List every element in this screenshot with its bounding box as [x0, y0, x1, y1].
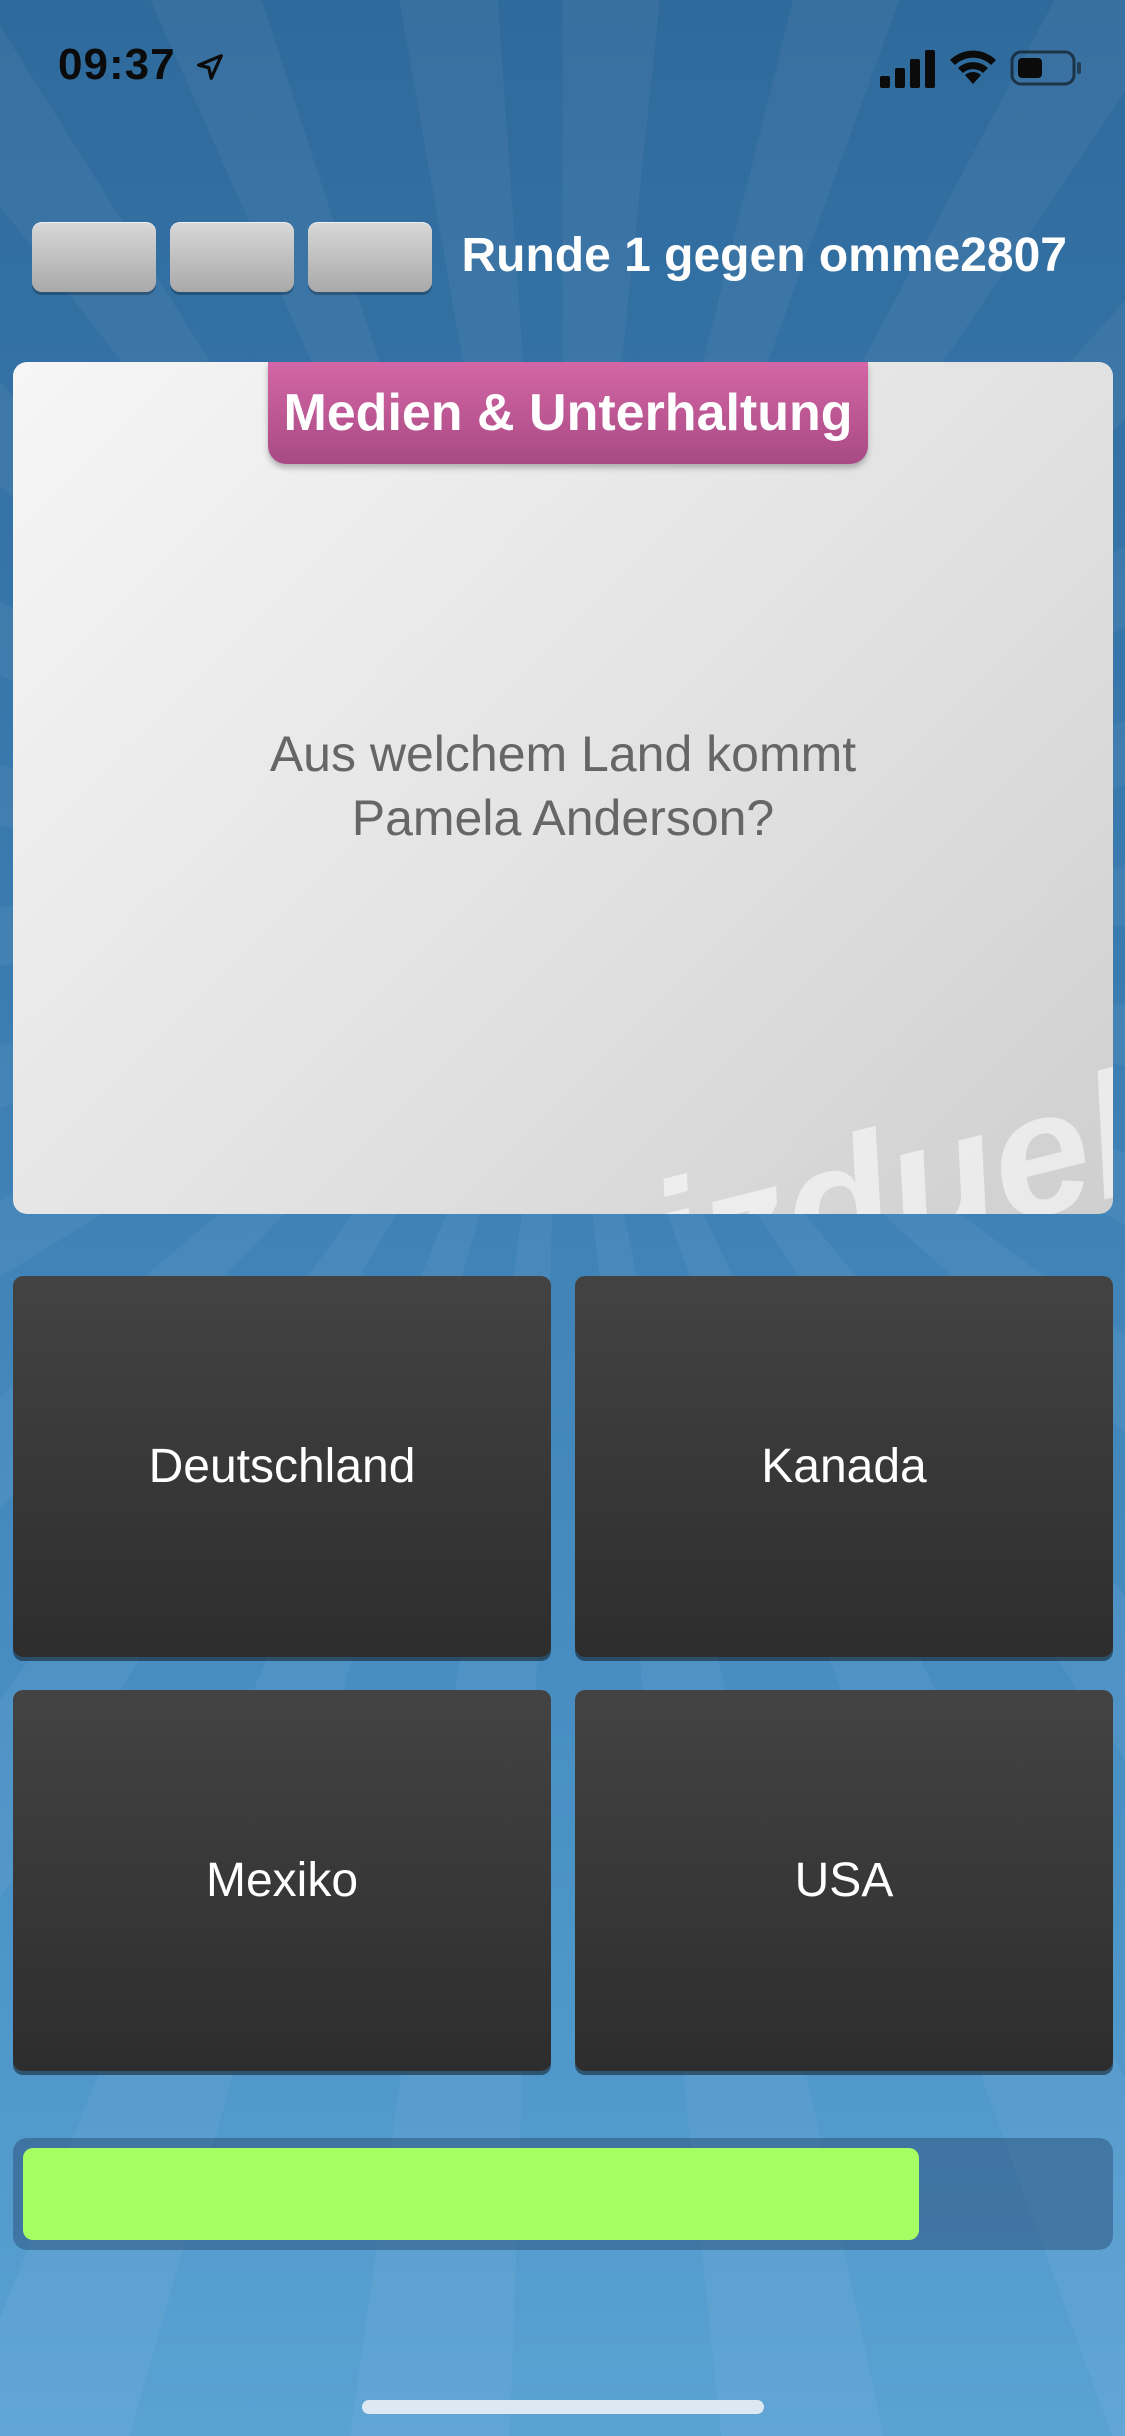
round-slot [32, 222, 156, 292]
location-arrow-icon [197, 54, 223, 80]
quizduell-watermark: QuizduellTM [393, 1003, 1113, 1214]
wifi-icon [950, 50, 996, 84]
answer-label: Deutschland [148, 1440, 416, 1493]
battery-icon [1010, 50, 1081, 86]
answer-button-deutschland[interactable]: Deutschland [13, 1276, 551, 1657]
category-label: Medien & Unterhaltung [283, 384, 853, 442]
category-banner: Medien & Unterhaltung [268, 362, 868, 464]
cellular-signal-icon [880, 50, 935, 88]
timer-bar [13, 2138, 1113, 2250]
question-line-1: Aus welchem Land kommt [269, 726, 857, 782]
question-line-2: Pamela Anderson? [351, 790, 775, 846]
answer-button-usa[interactable]: USA [575, 1690, 1113, 2071]
round-slot [170, 222, 294, 292]
timer-fill [23, 2148, 919, 2240]
answer-label: USA [794, 1854, 894, 1907]
answer-button-mexiko[interactable]: Mexiko [13, 1690, 551, 2071]
question-card: Medien & Unterhaltung Aus welchem Land k… [13, 362, 1113, 1214]
round-progress-slots [32, 222, 432, 292]
status-time: 09:37 [58, 40, 176, 89]
question-text: Aus welchem Land kommt Pamela Anderson? [13, 722, 1113, 850]
answer-label: Kanada [761, 1440, 927, 1493]
answer-label: Mexiko [205, 1854, 359, 1907]
round-label: Runde 1 gegen omme2807 [461, 229, 1067, 282]
round-slot [308, 222, 432, 292]
status-bar: 09:37 [0, 0, 1125, 140]
answer-button-kanada[interactable]: Kanada [575, 1276, 1113, 1657]
home-indicator[interactable] [362, 2400, 764, 2414]
